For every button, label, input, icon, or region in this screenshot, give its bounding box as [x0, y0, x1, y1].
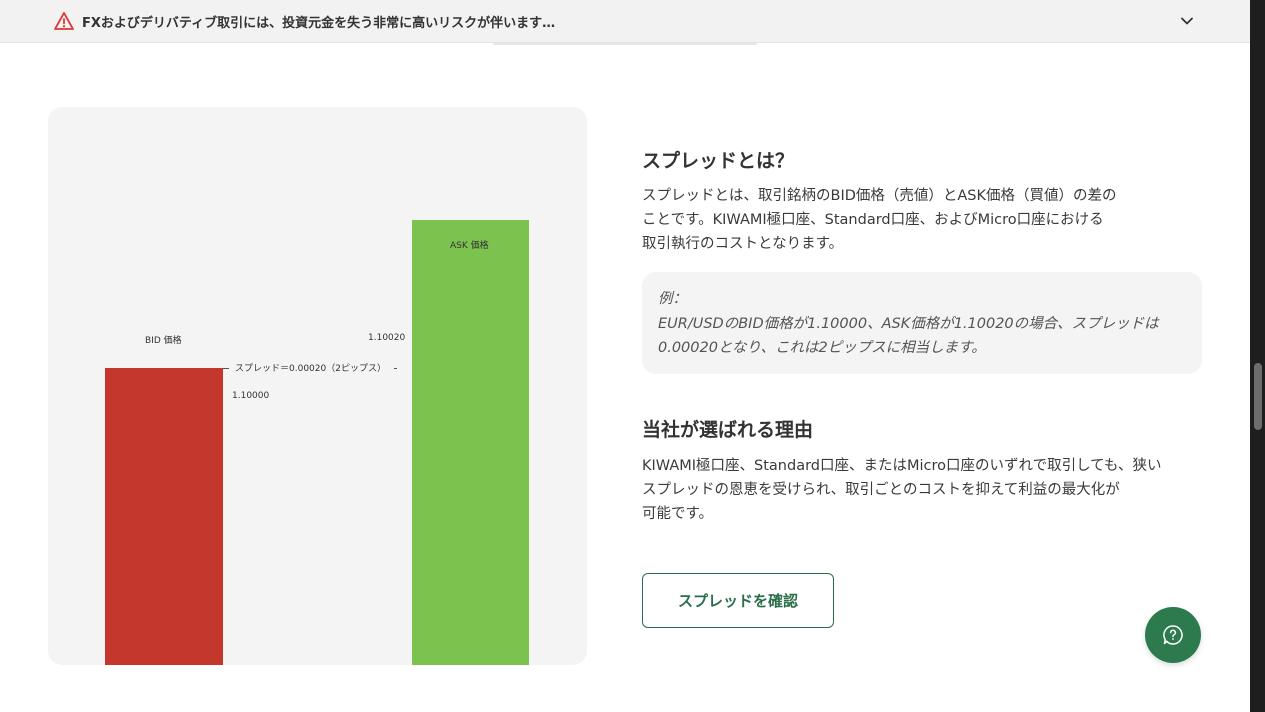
help-chat-icon	[1163, 625, 1183, 645]
body-line: スプレッドとは、取引銘柄のBID価格（売値）とASK価格（買値）の差の	[642, 188, 1117, 204]
ask-category-label: ASK 価格	[450, 241, 489, 251]
section-body-why-us: KIWAMI極口座、Standard口座、またはMicro口座のいずれで取引して…	[642, 454, 1212, 526]
body-line: 可能です。	[642, 506, 714, 522]
check-spread-button[interactable]: スプレッドを確認	[642, 573, 834, 628]
example-box: 例： EUR/USDのBID価格が1.10000、ASK価格が1.10020の場…	[642, 272, 1202, 374]
ask-bar	[412, 220, 529, 665]
spread-annotation-text: スプレッド＝0.00020（2ピップス）	[235, 364, 386, 374]
chevron-down-icon[interactable]	[1178, 12, 1196, 30]
bid-category-label: BID 価格	[145, 336, 182, 346]
section-title-spread: スプレッドとは？	[642, 150, 795, 172]
help-chat-button[interactable]	[1145, 607, 1201, 663]
body-line: KIWAMI極口座、Standard口座、またはMicro口座のいずれで取引して…	[642, 458, 1162, 474]
example-label: 例：	[658, 291, 687, 307]
scrollbar-thumb[interactable]	[1254, 363, 1262, 430]
body-line: スプレッドの恩恵を受けられ、取引ごとのコストを抑えて利益の最大化が	[642, 482, 1120, 498]
body-line: 取引執行のコストとなります。	[642, 236, 844, 252]
risk-warning-text: FXおよびデリバティブ取引には、投資元金を失う非常に高いリスクが伴います…	[82, 16, 556, 31]
spread-chart: BID 価格 ASK 価格 1.10000 1.10020 スプレッド＝0.00…	[48, 107, 587, 665]
example-line: EUR/USDのBID価格が1.10000、ASK価格が1.10020の場合、ス…	[658, 315, 1159, 332]
bid-bar	[105, 368, 223, 665]
section-body-spread: スプレッドとは、取引銘柄のBID価格（売値）とASK価格（買値）の差の ことです…	[642, 184, 1202, 256]
bid-value-label: 1.10000	[232, 391, 270, 401]
page-scrollbar[interactable]	[1250, 0, 1265, 712]
tab-hint	[493, 43, 757, 45]
body-line: ことです。KIWAMI極口座、Standard口座、およびMicro口座における	[642, 212, 1104, 228]
ask-value-label: 1.10020	[368, 333, 406, 343]
warning-triangle-icon	[54, 12, 74, 30]
spread-annotation: スプレッド＝0.00020（2ピップス）	[223, 361, 397, 374]
section-title-why-us: 当社が選ばれる理由	[642, 419, 814, 441]
risk-warning-bar[interactable]: FXおよびデリバティブ取引には、投資元金を失う非常に高いリスクが伴います…	[0, 0, 1250, 43]
example-line: 0.00020となり、これは2ピップスに相当します。	[658, 340, 986, 356]
